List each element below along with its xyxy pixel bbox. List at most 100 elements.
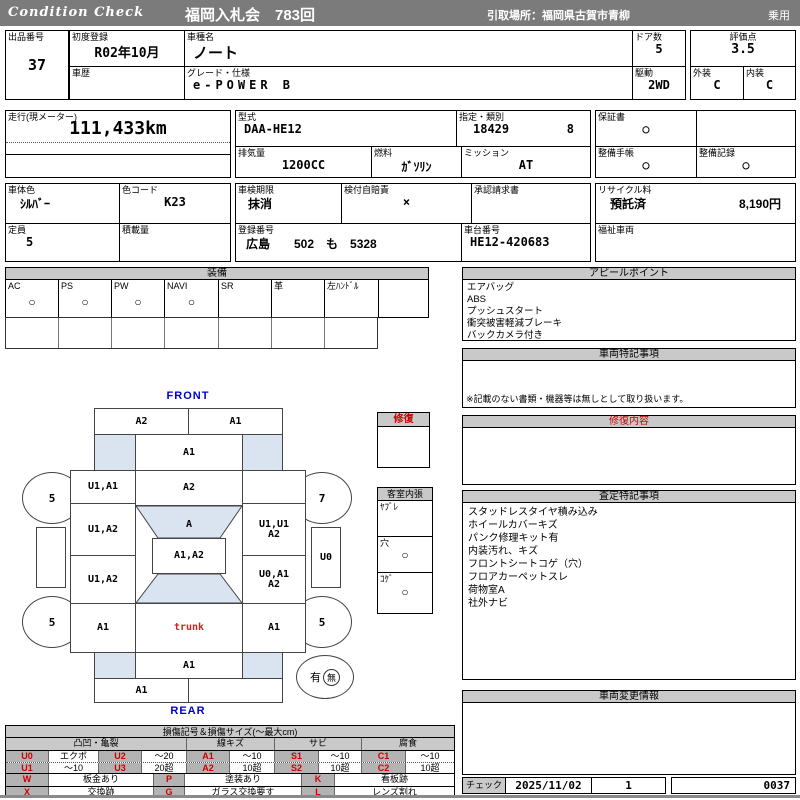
welfare-label: 福祉車両 <box>598 225 635 235</box>
assessment-line: フロアカーペットスレ <box>468 572 568 583</box>
mileage-empty-row1 <box>6 143 230 155</box>
warranty-empty-cell <box>696 111 795 146</box>
vehicle-notes-disclaimer: ※記載のない書類・機器等は無しとして取り扱います。 <box>466 394 689 404</box>
appeal-line: プッシュスタート <box>467 306 544 317</box>
welfare-cell: 福祉車両 <box>596 223 795 261</box>
inspection-box: 車検期限 抹消 検付自賠責 × 承認請求書 登録番号 広島 502 も 5328… <box>235 183 591 262</box>
reg-no-cell: 登録番号 広島 502 も 5328 <box>236 224 461 261</box>
model-code-value: DAA-HE12 <box>244 122 302 136</box>
doors-drive-column: ドア数 5 駆動 2WD <box>632 31 685 99</box>
cabin-burn-label: ｺｹﾞ <box>380 574 394 584</box>
maintenance-record-label: 整備記録 <box>699 148 736 158</box>
panel-rear-window-shape <box>135 573 243 604</box>
body-color-box: 車体色 ｼﾙﾊﾞｰ 色コード K23 定員 5 積載量 <box>5 183 231 262</box>
panel-door-front-right-line2: A2 <box>267 528 281 540</box>
panel-trunk: trunk <box>135 603 243 653</box>
check-date-cell: 2025/11/02 <box>506 778 591 793</box>
legend-mark-key: K <box>301 774 334 786</box>
model-name-value: ノート <box>193 45 239 62</box>
auction-title: 福岡入札会 783回 <box>185 7 316 24</box>
equipment-label-leather: 革 <box>274 281 284 291</box>
panel-rear-bumper-left: A1 <box>94 678 189 703</box>
equipment-label-ps: PS <box>61 281 74 291</box>
warranty-value: ○ <box>642 122 650 136</box>
legend-key: A1 <box>186 751 229 762</box>
panel-windshield-label: A <box>186 519 192 530</box>
color-code-value: K23 <box>164 195 186 209</box>
equipment-mark-navi: ○ <box>187 295 196 309</box>
model-code-label: 型式 <box>238 112 257 122</box>
legend-group-scratch: 線キズ <box>186 738 274 750</box>
insurance-value: × <box>402 195 411 209</box>
panel-front-bumper-right: A1 <box>188 408 283 435</box>
recycle-box: リサイクル料 預託済 8,190円 福祉車両 <box>595 183 796 262</box>
vehicle-category: 乗用 <box>768 10 790 22</box>
sheet-number-box: 0037 <box>671 777 796 794</box>
equipment-label-sr: SR <box>221 281 234 291</box>
appeal-line: ABS <box>467 294 487 305</box>
legend-size: 〜10 <box>405 751 454 762</box>
equipment-mark-ac: ○ <box>28 295 36 309</box>
panel-quarter-left: A1 <box>70 603 136 653</box>
inspection-label: 車検期限 <box>238 185 275 195</box>
change-info-body <box>462 702 796 775</box>
cabin-hole-label: 穴 <box>380 538 390 548</box>
history-label: 車歴 <box>72 68 91 78</box>
equipment-label-navi: NAVI <box>167 281 188 291</box>
class-no-cell: 指定・類別 18429 8 <box>456 111 590 146</box>
repair-content-body <box>462 427 796 485</box>
equipment-label-pw: PW <box>114 281 129 291</box>
load-label: 積載量 <box>122 225 150 235</box>
displacement-value: 1200CC <box>281 158 326 172</box>
mission-label: ミッション <box>464 148 510 158</box>
panel-front-corner-right <box>242 434 283 471</box>
repair-sidebox-title: 修復 <box>377 412 430 427</box>
header-bar: Condition Check 福岡入札会 783回 引取場所：福岡県古賀市青柳… <box>0 0 800 26</box>
maintenance-record-cell: 整備記録 ○ <box>696 147 795 178</box>
cabin-cell-tear: ﾔﾌﾞﾚ <box>377 500 433 537</box>
bottom-divider <box>0 795 800 798</box>
legend-size: エクボ <box>48 751 98 762</box>
body-color-cell: 車体色 ｼﾙﾊﾞｰ <box>6 184 119 223</box>
model-name-cell: 車種名 ノート <box>185 31 632 66</box>
maintenance-book-label: 整備手帳 <box>598 148 635 158</box>
color-code-label: 色コード <box>122 185 159 195</box>
doors-cell: ドア数 5 <box>633 31 685 66</box>
recycle-cell: リサイクル料 預託済 8,190円 <box>596 184 795 223</box>
appeal-line: エアバッグ <box>467 282 515 293</box>
inspection-cell: 車検期限 抹消 <box>236 184 341 223</box>
legend-key: C1 <box>361 751 405 762</box>
chassis-no-cell: 車台番号 HE12-420683 <box>461 224 590 261</box>
capacity-cell: 定員 5 <box>6 224 119 261</box>
equipment-cell-lhd: 左ﾊﾝﾄﾞﾙ <box>324 280 378 317</box>
equipment-label-ac: AC <box>8 281 21 291</box>
front-label: FRONT <box>166 390 210 402</box>
equipment-cell-pw: PW ○ <box>111 280 164 317</box>
cabin-tear-label: ﾔﾌﾞﾚ <box>380 502 399 512</box>
capacity-value: 5 <box>26 235 34 249</box>
panel-windshield-shape: A <box>135 505 243 539</box>
panel-door-front-right: U1,U1 A2 <box>242 503 306 556</box>
reg-no-value: 広島 502 も 5328 <box>246 237 377 251</box>
first-reg-value: R02年10月 <box>94 46 160 61</box>
panel-door-rear-right-line1: U0,A1 <box>258 568 290 580</box>
panel-door-front-right-line1: U1,U1 <box>258 518 290 530</box>
check-date-value: 2025/11/02 <box>515 779 582 792</box>
model-name-label: 車種名 <box>187 32 215 42</box>
legend-mark-desc: 板金あり <box>48 774 153 786</box>
equipment-cell-sr: SR <box>218 280 271 317</box>
check-date-box: 2025/11/02 1 <box>505 777 666 794</box>
equipment-empty-cell <box>271 318 324 348</box>
brand-logo: Condition Check <box>8 5 145 20</box>
assessment-line: フロントシートコゲ（穴） <box>468 559 588 570</box>
doors-value: 5 <box>655 42 663 56</box>
assessment-line: ホイールカバーキズ <box>468 520 558 531</box>
recycle-fee: 8,190円 <box>738 197 781 211</box>
panel-rear-bumper-right <box>188 678 283 703</box>
mileage-cell: 走行(現メーター) 111,433km <box>6 111 230 143</box>
mission-cell: ミッション AT <box>461 147 590 178</box>
check-label: チェック <box>462 777 506 794</box>
panel-fender-right <box>242 470 306 504</box>
approval-label: 承認請求書 <box>474 185 520 195</box>
fuel-label: 燃料 <box>374 148 393 158</box>
